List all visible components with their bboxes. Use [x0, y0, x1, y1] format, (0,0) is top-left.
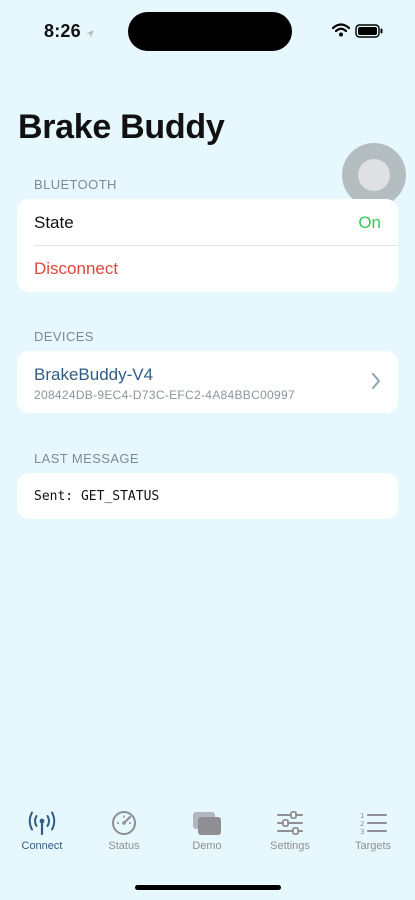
- last-message-card: Sent: GET_STATUS: [17, 473, 398, 519]
- status-time: 8:26: [44, 21, 81, 41]
- state-value: On: [358, 213, 381, 232]
- tab-settings-label: Settings: [270, 840, 310, 852]
- tab-targets-label: Targets: [354, 840, 392, 852]
- tab-bar: Connect Status Demo Settings 1 2 3 Targe…: [0, 810, 415, 880]
- device-row[interactable]: BrakeBuddy-V4 208424DB-9EC4-D73C-EFC2-4A…: [17, 351, 398, 413]
- tab-status[interactable]: Status: [84, 810, 164, 852]
- tab-settings[interactable]: Settings: [250, 810, 330, 852]
- home-indicator: [135, 885, 281, 890]
- svg-text:1: 1: [360, 812, 364, 820]
- svg-text:2: 2: [360, 820, 364, 828]
- disconnect-button[interactable]: Disconnect: [34, 259, 118, 279]
- state-label: State: [34, 213, 74, 232]
- status-bar: 8:26: [0, 0, 415, 62]
- last-message-section-header: LAST MESSAGE: [34, 451, 139, 466]
- antenna-icon: [28, 811, 56, 836]
- page-title: Brake Buddy: [18, 108, 225, 146]
- state-row: State On: [17, 199, 398, 246]
- tab-connect-label: Connect: [21, 840, 63, 852]
- stacked-rectangles-icon: [193, 812, 221, 835]
- battery-icon: [355, 24, 383, 43]
- disconnect-row[interactable]: Disconnect: [17, 245, 398, 291]
- tab-demo[interactable]: Demo: [167, 810, 247, 852]
- gauge-icon: [112, 811, 136, 835]
- tab-connect[interactable]: Connect: [2, 810, 82, 852]
- dynamic-island: [128, 12, 292, 51]
- tab-targets[interactable]: 1 2 3 Targets: [333, 810, 413, 852]
- device-name: BrakeBuddy-V4: [34, 365, 154, 384]
- tab-status-label: Status: [108, 840, 140, 852]
- bluetooth-section-header: BLUETOOTH: [34, 177, 117, 192]
- tab-demo-label: Demo: [192, 840, 222, 852]
- assistive-touch-button[interactable]: [342, 143, 406, 207]
- location-arrow-icon: [85, 26, 95, 44]
- devices-section-header: DEVICES: [34, 329, 94, 344]
- wifi-icon: [331, 23, 351, 42]
- sliders-icon: [277, 811, 303, 835]
- bluetooth-card: State On Disconnect: [17, 199, 398, 292]
- last-message-text: Sent: GET_STATUS: [34, 489, 160, 504]
- numbered-list-icon: 1 2 3: [360, 812, 387, 836]
- chevron-right-icon: [371, 373, 381, 394]
- svg-text:3: 3: [360, 828, 364, 836]
- device-id: 208424DB-9EC4-D73C-EFC2-4A84BBC00997: [34, 388, 295, 402]
